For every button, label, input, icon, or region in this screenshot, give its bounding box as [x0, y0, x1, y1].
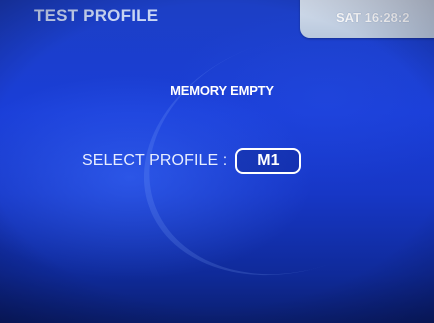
- clock-panel: SAT 16:28:2: [300, 0, 434, 38]
- page-title: TEST PROFILE: [34, 6, 159, 25]
- profile-select-value: M1: [257, 152, 280, 169]
- select-profile-label: SELECT PROFILE :: [82, 152, 228, 169]
- profile-select-button[interactable]: M1: [235, 148, 302, 174]
- status-message: MEMORY EMPTY: [170, 83, 274, 98]
- clock-datetime: SAT 16:28:2: [336, 10, 410, 25]
- device-screen: TEST PROFILE SAT 16:28:2 MEMORY EMPTY SE…: [0, 0, 434, 323]
- profile-select-row: SELECT PROFILE : M1: [82, 148, 302, 174]
